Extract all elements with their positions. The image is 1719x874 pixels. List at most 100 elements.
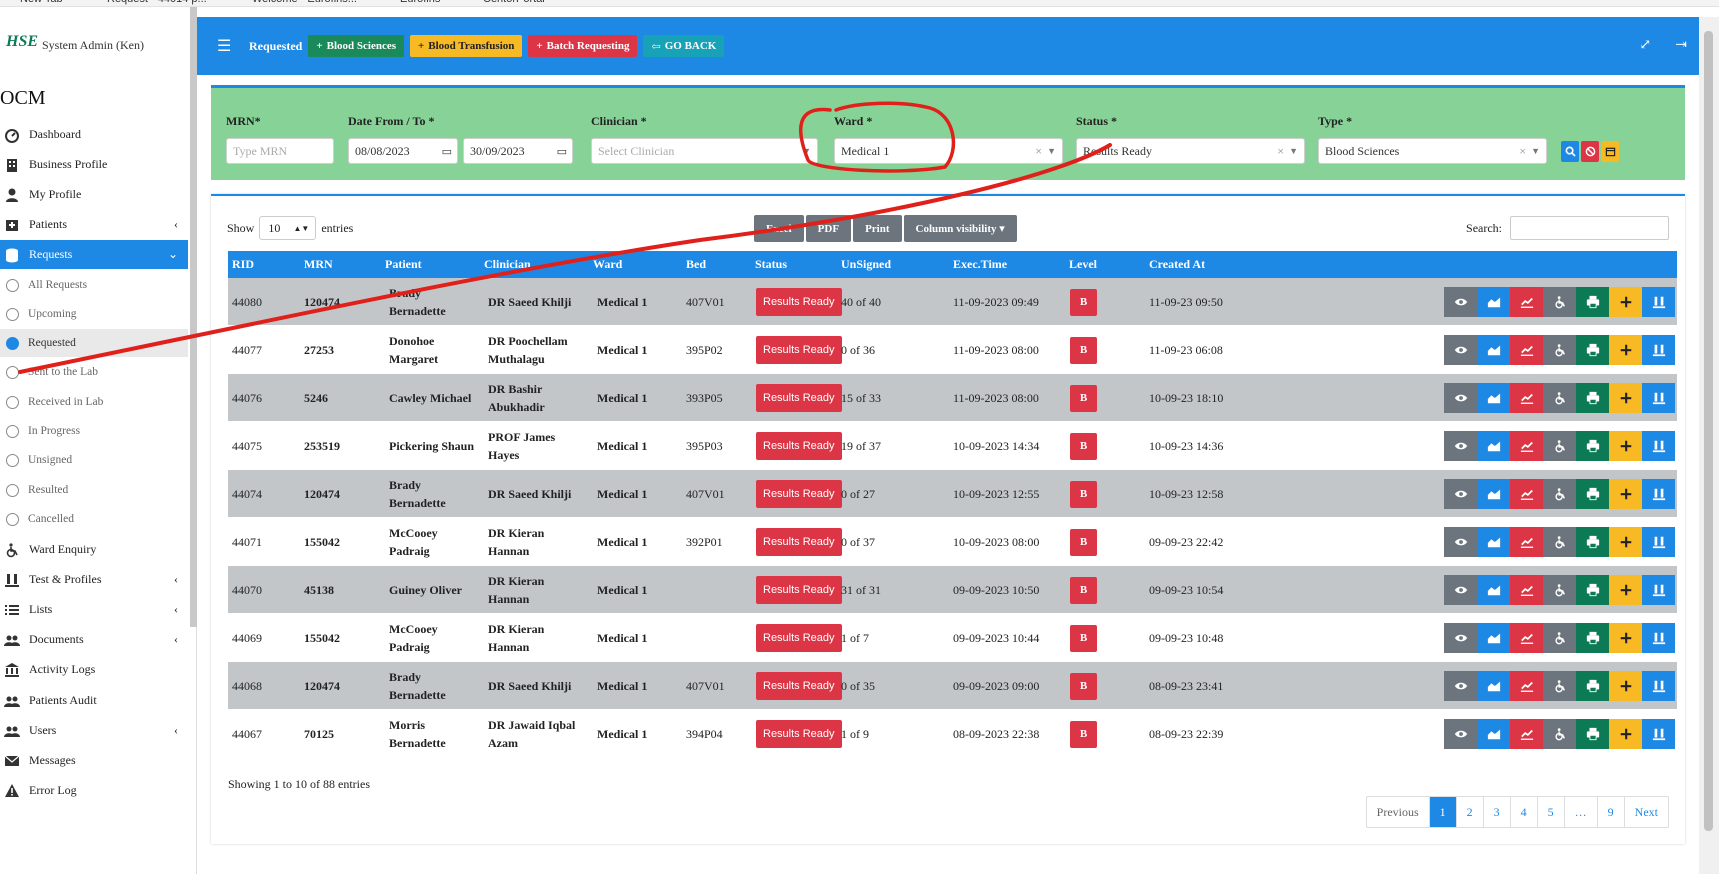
plus-action-button[interactable] [1609, 287, 1642, 317]
calendar-icon[interactable]: ▭ [442, 145, 452, 158]
vials-action-button[interactable] [1642, 431, 1675, 461]
sidebar-item-patients-audit[interactable]: Patients Audit [0, 686, 188, 715]
clear-icon[interactable]: × [1519, 144, 1526, 159]
sidebar-item-patients[interactable]: Patients ‹ [0, 210, 188, 239]
eye-action-button[interactable] [1444, 479, 1477, 509]
column-header-rid[interactable]: RID [232, 257, 254, 272]
column-header-mrn[interactable]: MRN [304, 257, 333, 272]
line-chart-action-button[interactable] [1510, 623, 1543, 653]
sidebar-subitem-in-progress[interactable]: In Progress [6, 417, 188, 445]
ward-select[interactable]: Medical 1 × ▼ [834, 138, 1063, 164]
vials-action-button[interactable] [1642, 479, 1675, 509]
line-chart-action-button[interactable] [1510, 671, 1543, 701]
plus-action-button[interactable] [1609, 335, 1642, 365]
column-header-bed[interactable]: Bed [686, 257, 706, 272]
vials-action-button[interactable] [1642, 383, 1675, 413]
vials-action-button[interactable] [1642, 287, 1675, 317]
area-chart-action-button[interactable] [1477, 335, 1510, 365]
export-print-button[interactable]: Print [853, 215, 902, 242]
sidebar-subitem-upcoming[interactable]: Upcoming [6, 300, 188, 328]
print-action-button[interactable] [1576, 431, 1609, 461]
sidebar-item-my-profile[interactable]: My Profile [0, 180, 188, 209]
export-excel-button[interactable]: Excel [754, 215, 804, 242]
entries-select[interactable]: 10 ▲▼ [259, 216, 317, 240]
sidebar-subitem-unsigned[interactable]: Unsigned [6, 446, 188, 474]
clear-icon[interactable]: × [1035, 144, 1042, 159]
print-action-button[interactable] [1576, 671, 1609, 701]
sidebar-item-test-profiles[interactable]: Test & Profiles ‹ [0, 565, 188, 594]
eye-action-button[interactable] [1444, 671, 1477, 701]
line-chart-action-button[interactable] [1510, 335, 1543, 365]
sidebar-item-business-profile[interactable]: Business Profile [0, 150, 188, 179]
export-pdf-button[interactable]: PDF [805, 215, 852, 242]
pagination-previous[interactable]: Previous [1367, 797, 1429, 827]
wheelchair-action-button[interactable] [1543, 575, 1576, 605]
line-chart-action-button[interactable] [1510, 527, 1543, 557]
status-select[interactable]: Results Ready × ▼ [1076, 138, 1305, 164]
print-action-button[interactable] [1576, 527, 1609, 557]
clear-icon[interactable]: × [1277, 144, 1284, 159]
date-from-input[interactable]: 08/08/2023 ▭ [348, 138, 458, 164]
pagination-page[interactable]: 2 [1455, 797, 1483, 827]
wheelchair-action-button[interactable] [1543, 527, 1576, 557]
line-chart-action-button[interactable] [1510, 719, 1543, 749]
vials-action-button[interactable] [1642, 335, 1675, 365]
line-chart-action-button[interactable] [1510, 575, 1543, 605]
table-row[interactable]: 44068 120474 Brady Bernadette DR Saeed Khil… [228, 662, 1677, 710]
search-button[interactable] [1561, 141, 1579, 162]
print-action-button[interactable] [1576, 479, 1609, 509]
eye-action-button[interactable] [1444, 287, 1477, 317]
area-chart-action-button[interactable] [1477, 383, 1510, 413]
vials-action-button[interactable] [1642, 719, 1675, 749]
pagination-page[interactable]: 1 [1428, 797, 1456, 827]
pagination-page[interactable]: 3 [1482, 797, 1510, 827]
sidebar-subitem-requested[interactable]: Requested [0, 329, 188, 357]
table-search-input[interactable] [1510, 216, 1669, 240]
fullscreen-icon[interactable]: ⤢ [1640, 37, 1652, 54]
sidebar-subitem-sent-to-the-lab[interactable]: Sent to the Lab [6, 358, 188, 386]
column-header-ward[interactable]: Ward [593, 257, 622, 272]
wheelchair-action-button[interactable] [1543, 719, 1576, 749]
wheelchair-action-button[interactable] [1543, 671, 1576, 701]
plus-action-button[interactable] [1609, 719, 1642, 749]
go-back-button[interactable]: ⇦ GO BACK [643, 35, 725, 57]
column-header-clinician[interactable]: Clinician [484, 257, 531, 272]
table-row[interactable]: 44076 5246 Cawley Michael DR Bashir Abukhad… [228, 374, 1677, 422]
column-header-status[interactable]: Status [755, 257, 787, 272]
wheelchair-action-button[interactable] [1543, 431, 1576, 461]
export-column-visibility-button[interactable]: Column visibility ▾ [903, 215, 1017, 242]
eye-action-button[interactable] [1444, 383, 1477, 413]
vials-action-button[interactable] [1642, 575, 1675, 605]
column-header-unsigned[interactable]: UnSigned [841, 257, 891, 272]
pagination-page[interactable]: 5 [1536, 797, 1564, 827]
calendar-icon[interactable]: ▭ [557, 145, 567, 158]
column-header-created-at[interactable]: Created At [1149, 257, 1205, 272]
blood-sciences-button[interactable]: + Blood Sciences [308, 35, 404, 57]
wheelchair-action-button[interactable] [1543, 335, 1576, 365]
table-row[interactable]: 44067 70125 Morris Bernadette DR Jawaid Iqb… [228, 710, 1677, 758]
plus-action-button[interactable] [1609, 623, 1642, 653]
calendar-button[interactable] [1601, 141, 1619, 162]
area-chart-action-button[interactable] [1477, 479, 1510, 509]
wheelchair-action-button[interactable] [1543, 287, 1576, 317]
table-row[interactable]: 44069 155042 McCooey Padraig DR Kieran Hann… [228, 614, 1677, 662]
plus-action-button[interactable] [1609, 479, 1642, 509]
plus-action-button[interactable] [1609, 575, 1642, 605]
hamburger-menu-icon[interactable]: ☰ [217, 36, 237, 56]
browser-tab[interactable]: CentorPortal [483, 0, 545, 5]
sidebar-subitem-all-requests[interactable]: All Requests [6, 271, 188, 299]
sidebar-item-requests[interactable]: Requests ⌄ [0, 240, 188, 269]
sidebar-subitem-resulted[interactable]: Resulted [6, 476, 188, 504]
line-chart-action-button[interactable] [1510, 431, 1543, 461]
print-action-button[interactable] [1576, 335, 1609, 365]
eye-action-button[interactable] [1444, 575, 1477, 605]
pagination-page[interactable]: 4 [1509, 797, 1537, 827]
vials-action-button[interactable] [1642, 671, 1675, 701]
vials-action-button[interactable] [1642, 623, 1675, 653]
browser-tab-strip[interactable]: New Tab Request - 44014 p... Welcome - Eur… [0, 0, 1719, 7]
print-action-button[interactable] [1576, 575, 1609, 605]
wheelchair-action-button[interactable] [1543, 383, 1576, 413]
sidebar-item-lists[interactable]: Lists ‹ [0, 595, 188, 624]
area-chart-action-button[interactable] [1477, 431, 1510, 461]
line-chart-action-button[interactable] [1510, 479, 1543, 509]
